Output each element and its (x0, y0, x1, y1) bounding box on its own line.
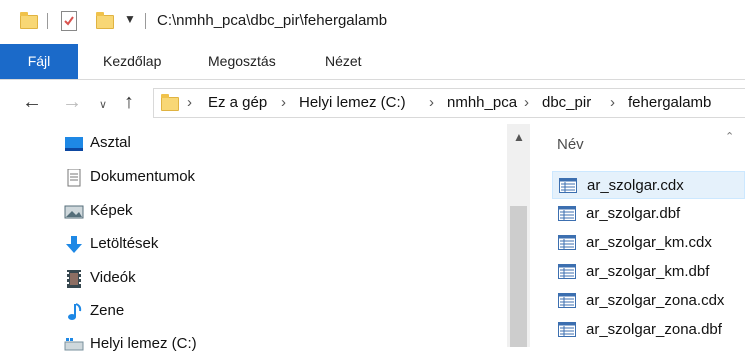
desktop-icon (64, 135, 84, 153)
downloads-icon (64, 236, 84, 254)
title-bar: ▼ C:\nmhh_pca\dbc_pir\fehergalamb (0, 0, 745, 44)
tab-share[interactable]: Megosztás (208, 44, 276, 79)
separator (145, 13, 146, 29)
back-arrow-icon[interactable]: ← (22, 90, 42, 114)
navigation-bar: ← → ∨ ↑ › Ez a gép › Helyi lemez (C:) › … (0, 82, 745, 124)
up-arrow-icon[interactable]: ↑ (124, 90, 134, 114)
scroll-thumb[interactable] (510, 206, 527, 347)
file-name: ar_szolgar.dbf (586, 205, 681, 222)
breadcrumb[interactable]: Ez a gép (208, 94, 267, 111)
database-file-icon (558, 206, 576, 221)
recent-locations-chevron-icon[interactable]: ∨ (99, 93, 107, 117)
database-file-icon (558, 293, 576, 308)
file-list: Név ⌃ ar_szolgar.cdx ar_szolgar.dbf ar_s… (531, 124, 745, 347)
file-row[interactable]: ar_szolgar.dbf (552, 200, 745, 228)
database-file-icon (558, 235, 576, 250)
breadcrumb[interactable]: dbc_pir (542, 94, 591, 111)
file-name: ar_szolgar_zona.dbf (586, 321, 722, 338)
tab-home[interactable]: Kezdőlap (103, 44, 161, 79)
customize-toolbar-icon[interactable]: ▼ (124, 12, 136, 26)
tab-file[interactable]: Fájl (0, 44, 78, 79)
nav-item-label: Letöltések (90, 235, 159, 252)
music-icon (64, 303, 84, 321)
database-file-icon (558, 264, 576, 279)
file-name: ar_szolgar_zona.cdx (586, 292, 725, 309)
file-row[interactable]: ar_szolgar_zona.cdx (552, 287, 745, 315)
file-name: ar_szolgar.cdx (587, 177, 684, 194)
nav-item-label: Zene (90, 302, 125, 319)
scroll-up-icon[interactable]: ▲ (513, 130, 525, 144)
breadcrumb[interactable]: nmhh_pca (447, 94, 517, 111)
database-file-icon (559, 178, 577, 193)
nav-item-label: Dokumentumok (90, 168, 196, 185)
nav-item-label: Asztal (90, 134, 131, 151)
address-bar[interactable]: › Ez a gép › Helyi lemez (C:) › nmhh_pca… (153, 88, 745, 118)
nav-item-label: Helyi lemez (C:) (90, 335, 197, 352)
forward-arrow-icon[interactable]: → (62, 90, 82, 114)
nav-item-label: Képek (90, 202, 133, 219)
chevron-right-icon[interactable]: › (187, 94, 192, 111)
database-file-icon (558, 322, 576, 337)
videos-icon (64, 270, 84, 288)
file-row[interactable]: ar_szolgar.cdx (552, 171, 745, 199)
nav-pane-scrollbar[interactable]: ▲ (507, 124, 530, 347)
folder-icon[interactable] (20, 12, 38, 29)
new-folder-icon[interactable] (96, 12, 114, 29)
folder-icon (161, 94, 179, 111)
drive-icon (64, 336, 84, 354)
navigation-pane: Asztal Dokumentumok Képek Letöltések Vid… (0, 124, 530, 352)
pictures-icon (64, 203, 84, 221)
file-row[interactable]: ar_szolgar_km.dbf (552, 258, 745, 286)
tab-view[interactable]: Nézet (325, 44, 362, 79)
chevron-right-icon[interactable]: › (281, 94, 286, 111)
file-name: ar_szolgar_km.dbf (586, 263, 710, 280)
properties-icon[interactable] (61, 11, 77, 31)
chevron-right-icon[interactable]: › (524, 94, 529, 111)
separator (47, 13, 48, 29)
chevron-right-icon[interactable]: › (429, 94, 434, 111)
file-name: ar_szolgar_km.cdx (586, 234, 712, 251)
file-row[interactable]: ar_szolgar_zona.dbf (552, 316, 745, 344)
breadcrumb[interactable]: Helyi lemez (C:) (299, 94, 406, 111)
file-row[interactable]: ar_szolgar_km.cdx (552, 229, 745, 257)
column-header-name[interactable]: Név (557, 136, 584, 153)
chevron-right-icon[interactable]: › (610, 94, 615, 111)
breadcrumb[interactable]: fehergalamb (628, 94, 711, 111)
window-title: C:\nmhh_pca\dbc_pir\fehergalamb (157, 12, 388, 29)
ribbon-tabs: Fájl Kezdőlap Megosztás Nézet (0, 44, 745, 80)
documents-icon (64, 168, 84, 187)
sort-chevron-icon: ⌃ (725, 131, 735, 143)
nav-item-label: Videók (90, 269, 136, 286)
